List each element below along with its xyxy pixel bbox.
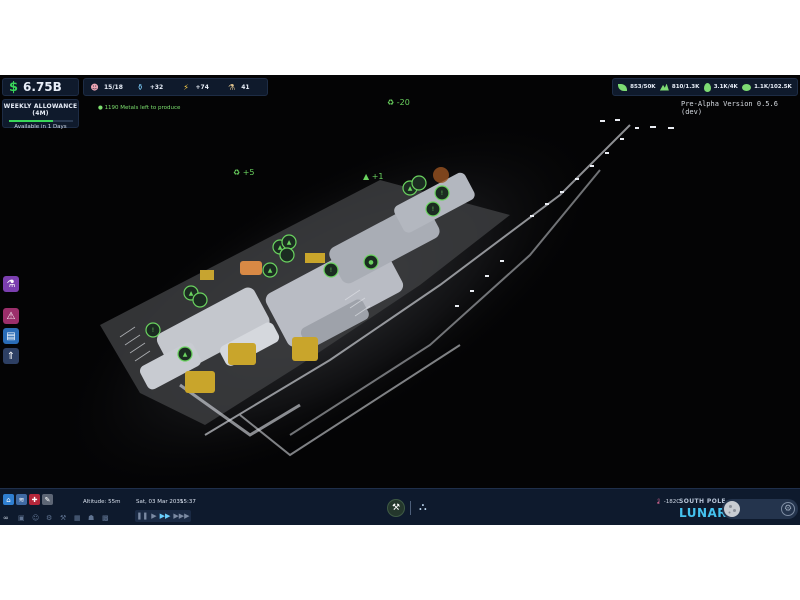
rocket-icon: ⇑ xyxy=(6,350,16,362)
resource-metal[interactable]: 1.1K/102.5K xyxy=(742,83,792,91)
svg-text:!: ! xyxy=(441,190,443,197)
temperature-label: 🌡︎ -182C xyxy=(655,499,681,505)
view-toggle[interactable]: ⚙ xyxy=(722,499,798,519)
resource-water[interactable]: 3.1K/4K xyxy=(703,82,738,92)
dollar-icon: $ xyxy=(9,79,19,95)
warning-icon: ⚠ xyxy=(6,310,16,322)
money-display[interactable]: $ 6.75B xyxy=(2,78,79,96)
flask-icon: ⚗ xyxy=(6,278,16,290)
shop-icon: ✚ xyxy=(31,495,38,504)
game-viewport[interactable]: ! ▲ ▲ ▲ ▲ ▲ ! ● ▲! ! $ 6.75B WEEKLY ALLOWANC… xyxy=(0,75,800,525)
build-mode-button[interactable]: ⚒ xyxy=(387,499,405,517)
svg-text:▲: ▲ xyxy=(287,239,292,246)
home-button[interactable]: ⌂ xyxy=(3,494,14,505)
droplet-icon xyxy=(703,82,711,92)
svg-text:▲: ▲ xyxy=(278,244,283,251)
gear-icon[interactable]: ⚙ xyxy=(781,502,795,516)
stat-research[interactable]: ⚗ 41 xyxy=(221,83,267,92)
allowance-title: WEEKLY ALLOWANCE (4M) xyxy=(3,103,78,117)
overlay-icon[interactable]: ▣ xyxy=(18,514,25,522)
lunar-base-scene[interactable]: ! ▲ ▲ ▲ ▲ ▲ ! ● ▲! ! xyxy=(0,75,800,525)
chat-button[interactable]: ▤ xyxy=(3,328,19,344)
money-value: 6.75B xyxy=(23,80,62,94)
rock-icon xyxy=(659,83,669,91)
settings-button[interactable]: ✎ xyxy=(42,494,53,505)
floating-number: ♻ +5 xyxy=(233,168,255,177)
lightning-icon: ⚡ xyxy=(183,82,189,92)
allowance-progress-bar xyxy=(8,120,73,122)
time-label: 15:37 xyxy=(180,499,196,505)
layers-icon: ≋ xyxy=(18,495,25,504)
stat-oxygen[interactable]: ⚱ +32 xyxy=(130,83,176,92)
build-icon: ⚒ xyxy=(391,503,401,513)
resources-bar[interactable]: 853/50K 810/1.3K 3.1K/4K 1.1K/102.5K xyxy=(612,78,798,96)
svg-text:!: ! xyxy=(330,267,332,274)
thermometer-icon: 🌡︎ xyxy=(655,499,662,505)
floating-number: ▲ +1 xyxy=(363,172,384,181)
home-icon: ⌂ xyxy=(6,495,11,504)
fastest-icon[interactable]: ▶▶▶ xyxy=(173,512,189,520)
stat-population[interactable]: ☻ 15/18 xyxy=(84,83,130,92)
infinity-icon[interactable]: ∞ xyxy=(3,514,9,522)
moon-icon xyxy=(724,501,740,517)
stats-bar[interactable]: ☻ 15/18 ⚱ +32 ⚡ +74 ⚗ 41 xyxy=(83,78,268,96)
svg-text:!: ! xyxy=(432,206,434,213)
overlay-icon[interactable]: ⚙ xyxy=(46,514,52,522)
svg-text:!: ! xyxy=(152,327,154,334)
satellite-button[interactable]: ⛬ xyxy=(419,500,427,514)
tools-icon: ✎ xyxy=(44,495,51,504)
region-label: SOUTH POLE xyxy=(679,498,726,505)
overlay-icon[interactable]: ⚒ xyxy=(60,514,66,522)
people-icon: ☻ xyxy=(90,82,99,92)
overlay-icon[interactable]: ☗ xyxy=(88,514,94,522)
satellite-icon: ⛬ xyxy=(419,500,427,513)
research-button[interactable]: ⚗ xyxy=(3,276,19,292)
overlay-icon[interactable]: ▩ xyxy=(102,514,109,522)
location-label: LUNAR xyxy=(679,506,728,520)
overlay-icon[interactable]: ▦ xyxy=(74,514,81,522)
layers-button[interactable]: ≋ xyxy=(16,494,27,505)
leaf-icon xyxy=(618,83,628,91)
stat-power[interactable]: ⚡ +74 xyxy=(176,83,222,92)
chat-icon: ▤ xyxy=(6,330,16,342)
svg-text:▲: ▲ xyxy=(408,185,413,192)
bottle-icon: ⚱ xyxy=(136,82,144,92)
divider xyxy=(410,501,411,515)
allowance-subtitle: Available in 1 Days xyxy=(14,124,67,130)
pause-icon[interactable]: ❚❚ xyxy=(136,512,148,520)
svg-text:●: ● xyxy=(368,259,373,266)
resource-rock[interactable]: 810/1.3K xyxy=(659,83,699,91)
altitude-label: Altitude: 55m xyxy=(83,499,121,505)
version-label: Pre-Alpha Version 0.5.6 (dev) xyxy=(681,100,778,116)
svg-text:▲: ▲ xyxy=(189,290,194,297)
rocket-button[interactable]: ⇑ xyxy=(3,348,19,364)
flask-icon: ⚗ xyxy=(228,82,236,92)
play-icon[interactable]: ▶ xyxy=(151,512,156,520)
task-objective: ● 1190 Metals left to produce xyxy=(98,105,181,111)
shop-button[interactable]: ✚ xyxy=(29,494,40,505)
overlay-icon[interactable]: ☺ xyxy=(32,514,39,522)
alert-button[interactable]: ⚠ xyxy=(3,308,19,324)
metal-icon xyxy=(742,83,752,91)
bottom-bar: ⌂ ≋ ✚ ✎ ∞ ▣ ☺ ⚙ ⚒ ▦ ☗ ▩ Altitude: 55m Sa… xyxy=(0,488,800,525)
svg-text:▲: ▲ xyxy=(183,351,188,358)
weekly-allowance-panel[interactable]: WEEKLY ALLOWANCE (4M) Available in 1 Day… xyxy=(2,99,79,130)
fast-forward-icon[interactable]: ▶▶ xyxy=(160,512,171,520)
resource-food[interactable]: 853/50K xyxy=(618,83,656,91)
floating-number: ♻ -20 xyxy=(387,98,410,107)
game-speed-controls[interactable]: ❚❚ ▶ ▶▶ ▶▶▶ xyxy=(135,510,191,522)
date-label: Sat, 03 Mar 2035 xyxy=(136,499,184,505)
svg-text:▲: ▲ xyxy=(268,267,273,274)
